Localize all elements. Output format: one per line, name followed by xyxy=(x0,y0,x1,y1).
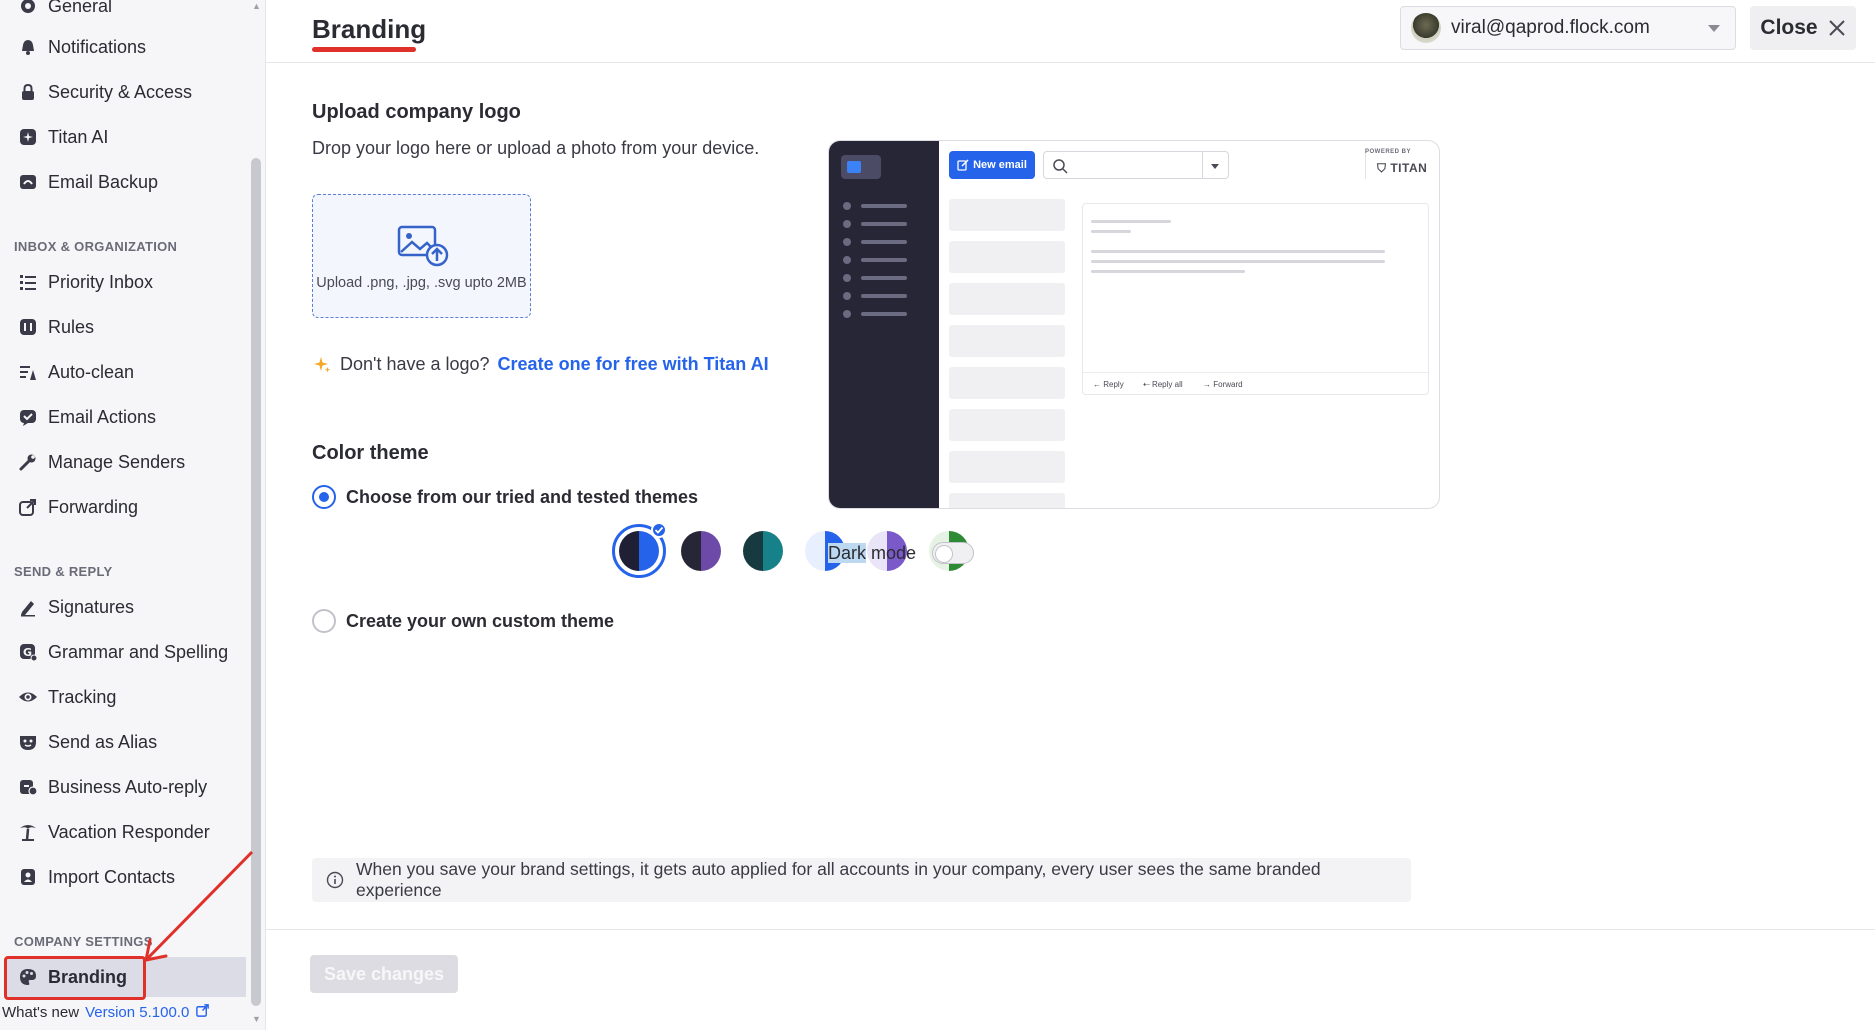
dropzone-hint: Upload .png, .jpg, .svg upto 2MB xyxy=(316,275,527,291)
version-link[interactable]: Version 5.100.0 xyxy=(85,1004,189,1021)
ai-logo-prompt: Don't have a logo? Create one for free w… xyxy=(312,354,769,375)
preview-forward: → Forward xyxy=(1203,380,1243,389)
rules-icon xyxy=(18,317,38,337)
mask-icon xyxy=(18,732,38,752)
palette-icon xyxy=(18,967,38,987)
priority-list-icon xyxy=(18,272,38,292)
scroll-up-arrow[interactable]: ▲ xyxy=(252,2,261,11)
gear-icon xyxy=(18,0,38,16)
check-icon xyxy=(651,522,667,538)
backup-icon xyxy=(18,172,38,192)
chevron-down-icon xyxy=(1708,25,1720,32)
sidebar-item-grammar[interactable]: G Grammar and Spelling xyxy=(0,632,248,672)
sidebar-item-branding[interactable]: Branding xyxy=(6,957,246,997)
external-link-icon xyxy=(195,1003,210,1022)
contacts-icon xyxy=(18,867,38,887)
lock-icon xyxy=(18,82,38,102)
preview-reply: ← Reply xyxy=(1093,380,1124,389)
sidebar-item-priority-inbox[interactable]: Priority Inbox xyxy=(0,262,248,302)
auto-reply-icon xyxy=(18,777,38,797)
account-email: viral@qaprod.flock.com xyxy=(1451,17,1650,38)
main-panel: Branding viral@qaprod.flock.com Close Up… xyxy=(266,0,1875,1030)
dark-mode-row: Dark mode xyxy=(828,542,975,564)
info-icon xyxy=(326,871,344,889)
top-bar: Branding viral@qaprod.flock.com Close xyxy=(266,0,1875,63)
forward-icon xyxy=(18,497,38,517)
dark-mode-label: Dark mode xyxy=(828,542,917,563)
preview-search-box xyxy=(1043,151,1229,179)
sidebar-item-import-contacts[interactable]: Import Contacts xyxy=(0,857,248,897)
preview-brand-name: ⛉ TITAN xyxy=(1377,161,1428,175)
logo-dropzone[interactable]: Upload .png, .jpg, .svg upto 2MB xyxy=(312,194,531,318)
info-banner: When you save your brand settings, it ge… xyxy=(312,858,1411,902)
preview-powered-by: POWERED BY xyxy=(1365,149,1412,155)
title-underline xyxy=(312,47,416,52)
settings-sidebar: General Notifications Security & Access … xyxy=(0,0,266,1030)
scroll-down-arrow[interactable]: ▼ xyxy=(252,1015,261,1024)
email-actions-icon xyxy=(18,407,38,427)
wrench-icon xyxy=(18,452,38,472)
sidebar-item-business-auto-reply[interactable]: Business Auto-reply xyxy=(0,767,248,807)
preset-theme-radio[interactable] xyxy=(312,485,336,509)
section-title-company: COMPANY SETTINGS xyxy=(14,934,153,949)
sidebar-item-manage-senders[interactable]: Manage Senders xyxy=(0,442,248,482)
sidebar-item-email-backup[interactable]: Email Backup xyxy=(0,162,248,202)
page-title: Branding xyxy=(312,14,427,44)
grammar-icon: G xyxy=(18,642,38,662)
account-selector[interactable]: viral@qaprod.flock.com xyxy=(1400,6,1736,50)
chevron-down-icon xyxy=(1211,164,1219,169)
preview-sidebar xyxy=(829,141,939,508)
auto-clean-icon xyxy=(18,362,38,382)
sidebar-item-forwarding[interactable]: Forwarding xyxy=(0,487,248,527)
custom-theme-radio[interactable] xyxy=(312,609,336,633)
custom-theme-option[interactable]: Create your own custom theme xyxy=(312,609,614,633)
theme-swatch-2[interactable] xyxy=(681,531,721,571)
close-button[interactable]: Close xyxy=(1750,6,1856,50)
image-upload-icon xyxy=(397,225,449,267)
section-title-inbox: INBOX & ORGANIZATION xyxy=(14,239,178,254)
sparkle-icon xyxy=(314,356,330,372)
palm-tree-icon xyxy=(18,822,38,842)
sidebar-item-rules[interactable]: Rules xyxy=(0,307,248,347)
eye-icon xyxy=(18,687,38,707)
color-theme-heading: Color theme xyxy=(312,442,429,464)
pen-icon xyxy=(18,597,38,617)
save-changes-button[interactable]: Save changes xyxy=(310,955,458,993)
dark-mode-toggle[interactable] xyxy=(932,542,975,564)
branding-preview: New email POWERED BY ⛉ TITAN ← Reply ⇠ R… xyxy=(828,140,1440,509)
sidebar-scroll-thumb[interactable] xyxy=(251,158,261,1006)
compose-icon xyxy=(957,159,969,171)
info-text: When you save your brand settings, it ge… xyxy=(356,859,1321,900)
preview-reply-all: ⇠ Reply all xyxy=(1143,380,1183,389)
sparkle-icon xyxy=(18,127,38,147)
footer-divider xyxy=(266,929,1875,930)
sidebar-item-security[interactable]: Security & Access xyxy=(0,72,248,112)
search-icon xyxy=(1053,159,1068,174)
sidebar-item-send-as-alias[interactable]: Send as Alias xyxy=(0,722,248,762)
avatar xyxy=(1411,13,1441,43)
preset-theme-option[interactable]: Choose from our tried and tested themes xyxy=(312,485,698,509)
sidebar-item-email-actions[interactable]: Email Actions xyxy=(0,397,248,437)
create-logo-link[interactable]: Create one for free with Titan AI xyxy=(498,354,769,375)
close-icon xyxy=(1828,20,1845,36)
upload-subtext: Drop your logo here or upload a photo fr… xyxy=(312,138,760,158)
preview-new-email-button: New email xyxy=(949,151,1035,179)
sidebar-item-notifications[interactable]: Notifications xyxy=(0,27,248,67)
bell-icon xyxy=(18,37,38,57)
sidebar-item-signatures[interactable]: Signatures xyxy=(0,587,248,627)
sidebar-item-general[interactable]: General xyxy=(0,0,248,26)
sidebar-item-auto-clean[interactable]: Auto-clean xyxy=(0,352,248,392)
upload-heading: Upload company logo xyxy=(312,101,521,123)
sidebar-item-titan-ai[interactable]: Titan AI xyxy=(0,117,248,157)
sidebar-item-vacation-responder[interactable]: Vacation Responder xyxy=(0,812,248,852)
sidebar-item-tracking[interactable]: Tracking xyxy=(0,677,248,717)
whats-new-link[interactable]: What's new Version 5.100.0 xyxy=(2,1003,210,1022)
preview-reading-pane: ← Reply ⇠ Reply all → Forward xyxy=(1082,203,1429,395)
section-title-send: SEND & REPLY xyxy=(14,564,113,579)
preview-logo xyxy=(841,155,881,179)
theme-swatch-3[interactable] xyxy=(743,531,783,571)
